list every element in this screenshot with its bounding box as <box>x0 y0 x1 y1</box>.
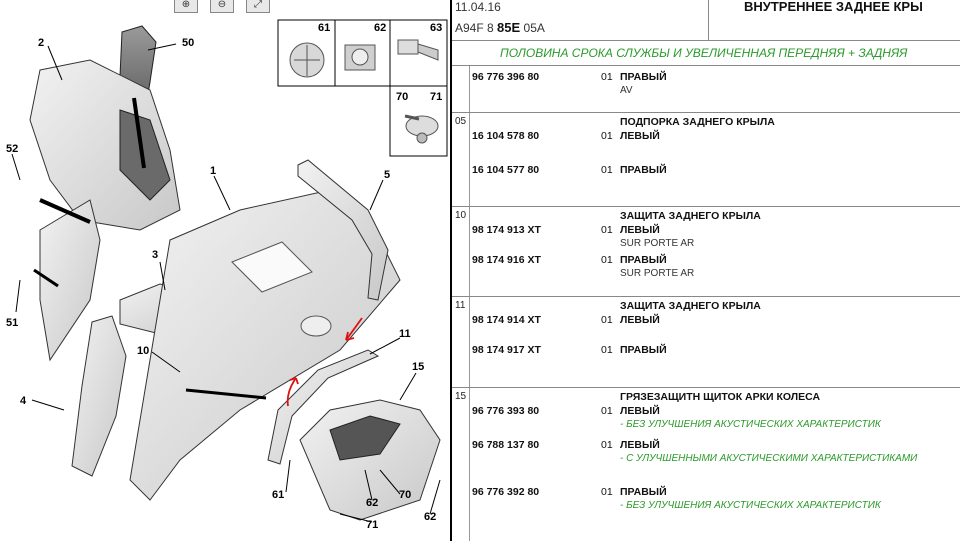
callout-4: 4 <box>20 395 27 407</box>
callout-70: 70 <box>399 489 411 501</box>
zoom-in-icon[interactable]: ⊕ <box>174 0 198 13</box>
callout-10: 10 <box>137 345 149 357</box>
code-prefix: A94F 8 <box>455 21 494 35</box>
group-title: ЗАЩИТА ЗАДНЕГО КРЫЛА <box>620 210 761 222</box>
group-number: 05 <box>455 116 467 127</box>
part-number[interactable]: 98 174 913 XT <box>472 224 541 236</box>
callout-61: 61 <box>272 489 284 501</box>
quantity: 01 <box>601 130 613 142</box>
callout-5: 5 <box>384 169 390 181</box>
part-4-shape <box>71 315 127 477</box>
page-subtitle: ПОЛОВИНА СРОКА СЛУЖБЫ И УВЕЛИЧЕННАЯ ПЕРЕ… <box>500 46 908 60</box>
part-note: SUR PORTE AR <box>620 238 695 249</box>
part-number[interactable]: 98 174 914 XT <box>472 314 541 326</box>
header-rule-2 <box>452 65 960 66</box>
quantity: 01 <box>601 254 613 266</box>
part-side: ПРАВЫЙ <box>620 71 667 83</box>
part-number[interactable]: 96 776 396 80 <box>472 71 539 83</box>
quantity: 01 <box>601 164 613 176</box>
callout-1: 1 <box>210 165 216 177</box>
part-side: ПРАВЫЙ <box>620 254 667 266</box>
callout-52: 52 <box>6 143 18 155</box>
part-number[interactable]: 98 174 916 XT <box>472 254 541 266</box>
part-number[interactable]: 16 104 578 80 <box>472 130 539 142</box>
code-bold: 85E <box>497 20 521 35</box>
zoom-fit-icon[interactable]: ⤢ <box>246 0 270 13</box>
callout-3: 3 <box>152 249 158 261</box>
part-number[interactable]: 16 104 577 80 <box>472 164 539 176</box>
group-number: 11 <box>455 300 466 311</box>
catalog-code: A94F 8 85E 05A <box>455 20 545 35</box>
quantity: 01 <box>601 224 613 236</box>
parts-diagram[interactable]: ⊕ ⊖ ⤢ 2 50 1 3 5 10 11 15 52 51 4 61 62 … <box>0 0 450 541</box>
group-title: ЗАЩИТА ЗАДНЕГО КРЫЛА <box>620 300 761 312</box>
group-rule <box>452 387 960 388</box>
part-note: SUR PORTE AR <box>620 268 695 279</box>
part-number[interactable]: 96 776 393 80 <box>472 405 539 417</box>
callout-2: 2 <box>38 37 44 49</box>
part-side: ЛЕВЫЙ <box>620 224 660 236</box>
part-side: ЛЕВЫЙ <box>620 130 660 142</box>
quantity: 01 <box>601 405 613 417</box>
part-number[interactable]: 96 788 137 80 <box>472 439 539 451</box>
part-side: ЛЕВЫЙ <box>620 314 660 326</box>
callout-50: 50 <box>182 37 194 49</box>
callout-11: 11 <box>399 328 411 340</box>
parts-table-panel: 11.04.16 A94F 8 85E 05A ВНУТРЕННЕЕ ЗАДНЕ… <box>452 0 960 541</box>
part-side: ЛЕВЫЙ <box>620 405 660 417</box>
diagram-canvas: 2 50 1 3 5 10 11 15 52 51 4 61 62 63 70 … <box>6 19 448 531</box>
callout-71-inset: 71 <box>430 91 442 103</box>
callout-63-inset: 63 <box>430 22 442 34</box>
part-note: - С УЛУЧШЕННЫМИ АКУСТИЧЕСКИМИ ХАРАКТЕРИС… <box>620 453 918 464</box>
group-rule <box>452 296 960 297</box>
group-number: 15 <box>455 391 467 402</box>
callout-62-inset: 62 <box>374 22 386 34</box>
part-number[interactable]: 96 776 392 80 <box>472 486 539 498</box>
group-rule <box>452 206 960 207</box>
part-note: AV <box>620 85 633 96</box>
callout-15: 15 <box>412 361 424 373</box>
group-number: 10 <box>455 210 467 221</box>
callout-51: 51 <box>6 317 18 329</box>
callout-71: 71 <box>366 519 378 531</box>
page-title: ВНУТРЕННЕЕ ЗАДНЕЕ КРЫ <box>744 0 923 14</box>
quantity: 01 <box>601 344 613 356</box>
group-title: ПОДПОРКА ЗАДНЕГО КРЫЛА <box>620 116 775 128</box>
callout-70-inset: 70 <box>396 91 408 103</box>
callout-62: 62 <box>366 497 378 509</box>
group-title: ГРЯЗЕЗАЩИТН ЩИТОК АРКИ КОЛЕСА <box>620 391 821 403</box>
column-divider <box>469 66 470 541</box>
code-suffix: 05A <box>523 21 545 35</box>
header-rule <box>452 40 960 41</box>
part-note: - БЕЗ УЛУЧШЕНИЯ АКУСТИЧЕСКИХ ХАРАКТЕРИСТ… <box>620 500 881 511</box>
quantity: 01 <box>601 71 613 83</box>
callout-62-right: 62 <box>424 511 436 523</box>
fastener-inset-61-62-63 <box>277 19 448 87</box>
quantity: 01 <box>601 486 613 498</box>
catalog-date: 11.04.16 <box>455 0 501 14</box>
part-side: ПРАВЫЙ <box>620 344 667 356</box>
quantity: 01 <box>601 439 613 451</box>
part-side: ПРАВЫЙ <box>620 486 667 498</box>
group-rule <box>452 112 960 113</box>
part-side: ПРАВЫЙ <box>620 164 667 176</box>
zoom-out-icon[interactable]: ⊖ <box>210 0 234 13</box>
part-note: - БЕЗ УЛУЧШЕНИЯ АКУСТИЧЕСКИХ ХАРАКТЕРИСТ… <box>620 419 881 430</box>
callout-61-inset: 61 <box>318 22 330 34</box>
part-number[interactable]: 98 174 917 XT <box>472 344 541 356</box>
part-side: ЛЕВЫЙ <box>620 439 660 451</box>
header-divider <box>708 0 709 40</box>
part-1-fuel-door <box>300 315 332 337</box>
quantity: 01 <box>601 314 613 326</box>
